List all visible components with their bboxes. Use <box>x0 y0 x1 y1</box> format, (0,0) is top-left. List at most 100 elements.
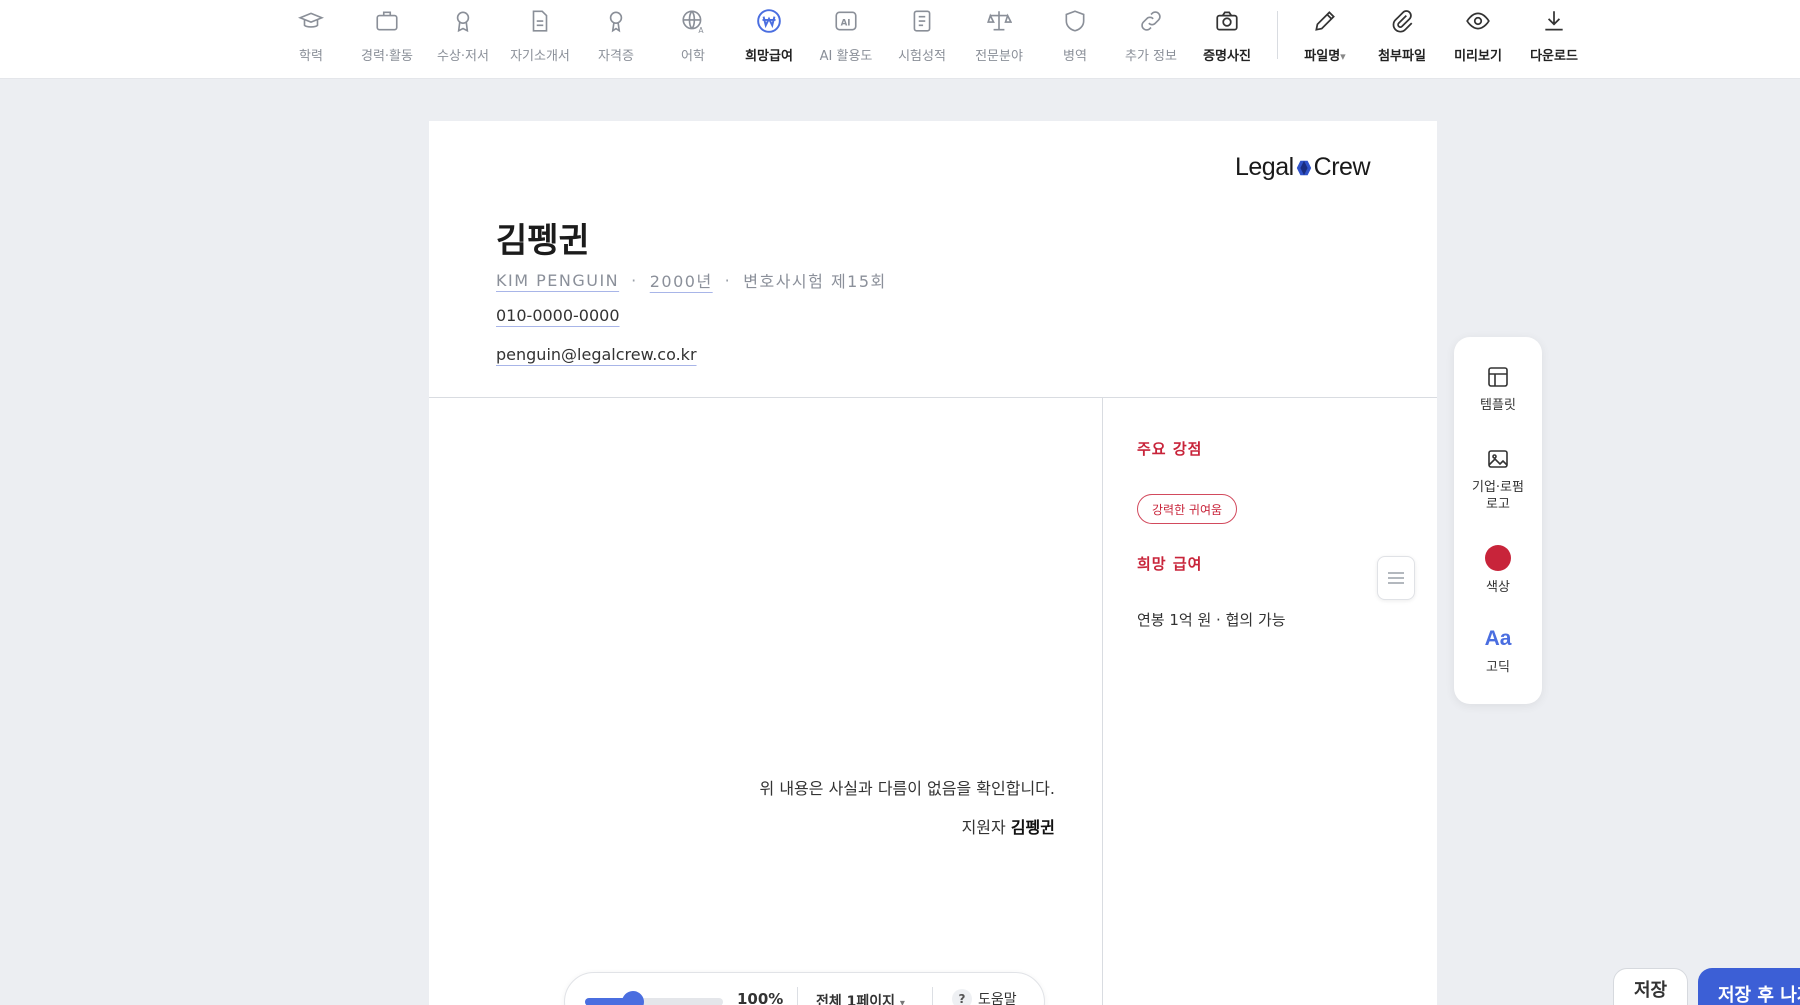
help-label: 도움말 <box>978 992 1017 1005</box>
tool-test-scores[interactable]: 시험성적 <box>884 0 960 79</box>
tool-filename[interactable]: 파일명▾ <box>1287 0 1363 79</box>
pencil-icon <box>1310 6 1340 36</box>
tool-label: 전문분야 <box>975 49 1023 64</box>
top-toolbar: 학력 경력·활동 수상·저서 자기소개서 자격증 A 어학 희망급여 AI AI… <box>0 0 1800 79</box>
tool-label: 다운로드 <box>1530 49 1578 64</box>
zoom-slider[interactable] <box>585 991 723 1005</box>
tool-label: 증명사진 <box>1203 49 1251 64</box>
tool-label: 병역 <box>1063 49 1087 64</box>
phone-field[interactable]: 010-0000-0000 <box>496 306 620 325</box>
tool-military[interactable]: 병역 <box>1037 0 1113 79</box>
tool-label: 어학 <box>681 49 705 64</box>
logo-text-right: Crew <box>1313 153 1371 181</box>
zoom-slider-handle[interactable] <box>622 991 645 1005</box>
birth-year-field[interactable]: 2000년 <box>650 268 713 292</box>
badge-icon <box>601 6 631 36</box>
tool-ai-usage[interactable]: AI AI 활용도 <box>808 0 884 79</box>
logo-mark-icon <box>1296 160 1311 175</box>
tool-awards[interactable]: 수상·저서 <box>425 0 501 79</box>
tool-desired-salary[interactable]: 희망급여 <box>731 0 807 79</box>
tool-attachments[interactable]: 첨부파일 <box>1364 0 1440 79</box>
font-button[interactable]: Aa 고딕 <box>1454 627 1542 676</box>
color-button[interactable]: 색상 <box>1454 545 1542 596</box>
tool-label: 시험성적 <box>898 49 946 64</box>
column-divider <box>1102 398 1103 1005</box>
tool-id-photo[interactable]: 증명사진 <box>1189 0 1265 79</box>
shield-icon <box>1060 6 1090 36</box>
report-icon <box>907 6 937 36</box>
english-name-field[interactable]: KIM PENGUIN <box>496 271 619 290</box>
applicant-meta: KIM PENGUIN · 2000년 · 변호사시험 제15회 <box>496 268 887 292</box>
tool-label: 파일명▾ <box>1304 49 1346 64</box>
layout-template-icon <box>1488 367 1508 387</box>
tool-language[interactable]: A 어학 <box>655 0 731 79</box>
link-icon <box>1136 6 1166 36</box>
graduation-cap-icon <box>296 6 326 36</box>
design-side-panel: 템플릿 기업·로펌 로고 색상 Aa 고딕 <box>1454 337 1542 704</box>
tool-cover-letter[interactable]: 자기소개서 <box>502 0 578 79</box>
bar-exam-info: 변호사시험 제15회 <box>743 272 887 291</box>
signer-prefix: 지원자 <box>961 818 1006 837</box>
globe-language-icon: A <box>678 6 708 36</box>
tool-label: 자격증 <box>598 49 634 64</box>
salary-value[interactable]: 연봉 1억 원 · 협의 가능 <box>1137 609 1286 630</box>
tool-download[interactable]: 다운로드 <box>1516 0 1592 79</box>
tool-label: AI 활용도 <box>819 49 873 64</box>
svg-text:A: A <box>698 26 704 34</box>
tool-specialty[interactable]: 전문분야 <box>961 0 1037 79</box>
email-field[interactable]: penguin@legalcrew.co.kr <box>496 345 697 364</box>
separator: · <box>724 270 732 290</box>
paperclip-icon <box>1387 6 1417 36</box>
download-icon <box>1539 6 1569 36</box>
tool-education[interactable]: 학력 <box>273 0 349 79</box>
template-button[interactable]: 템플릿 <box>1454 365 1542 414</box>
header-divider <box>429 397 1437 398</box>
font-label: 고딕 <box>1486 660 1510 675</box>
help-icon: ? <box>952 989 972 1005</box>
confirmation-statement: 위 내용은 사실과 다름이 없음을 확인합니다. <box>759 779 1055 798</box>
logo-text-left: Legal <box>1234 153 1294 181</box>
company-logo-label: 기업·로펌 로고 <box>1472 480 1524 512</box>
applicant-name[interactable]: 김펭귄 <box>496 213 590 262</box>
separator: · <box>631 270 638 290</box>
company-logo: Legal Crew <box>1234 153 1371 182</box>
eye-icon <box>1463 6 1493 36</box>
tool-certificate[interactable]: 자격증 <box>578 0 654 79</box>
tool-label: 수상·저서 <box>437 49 489 64</box>
tool-additional-info[interactable]: 추가 정보 <box>1113 0 1189 79</box>
tool-preview[interactable]: 미리보기 <box>1440 0 1516 79</box>
signer-name: 김펭귄 <box>1010 818 1055 837</box>
save-button[interactable]: 저장 <box>1613 968 1688 1005</box>
tool-label: 추가 정보 <box>1125 49 1177 64</box>
salary-title: 희망 급여 <box>1137 555 1203 573</box>
document-icon <box>525 6 555 36</box>
tool-label: 자기소개서 <box>510 49 570 64</box>
color-label: 색상 <box>1486 580 1510 595</box>
toolbar-divider <box>1277 11 1278 59</box>
briefcase-icon <box>372 6 402 36</box>
svg-text:AI: AI <box>841 18 851 28</box>
chevron-down-icon: ▾ <box>899 998 905 1005</box>
scales-icon <box>984 6 1014 36</box>
strength-chip[interactable]: 강력한 귀여움 <box>1137 494 1238 524</box>
color-swatch <box>1485 545 1511 571</box>
tool-label: 경력·활동 <box>361 49 413 64</box>
tool-label: 미리보기 <box>1454 49 1502 64</box>
award-icon <box>448 6 478 36</box>
page-select[interactable]: 전체 1페이지 ▾ <box>816 991 905 1005</box>
chevron-down-icon: ▾ <box>1340 50 1346 63</box>
save-and-exit-button[interactable]: 저장 후 나가기 <box>1698 968 1800 1005</box>
help-button[interactable]: ? 도움말 <box>952 989 1017 1005</box>
camera-icon <box>1212 6 1242 36</box>
divider <box>797 987 798 1005</box>
divider <box>932 987 933 1005</box>
section-menu-button[interactable] <box>1377 556 1415 600</box>
hamburger-icon <box>1388 572 1404 584</box>
resume-page: Legal Crew 김펭귄 KIM PENGUIN · 2000년 · 변호사… <box>429 121 1437 1005</box>
font-sample-icon: Aa <box>1484 627 1512 650</box>
won-coin-icon <box>754 6 784 36</box>
tool-career[interactable]: 경력·활동 <box>349 0 425 79</box>
company-logo-button[interactable]: 기업·로펌 로고 <box>1454 447 1542 513</box>
tool-label: 희망급여 <box>745 49 793 64</box>
ai-icon: AI <box>831 6 861 36</box>
